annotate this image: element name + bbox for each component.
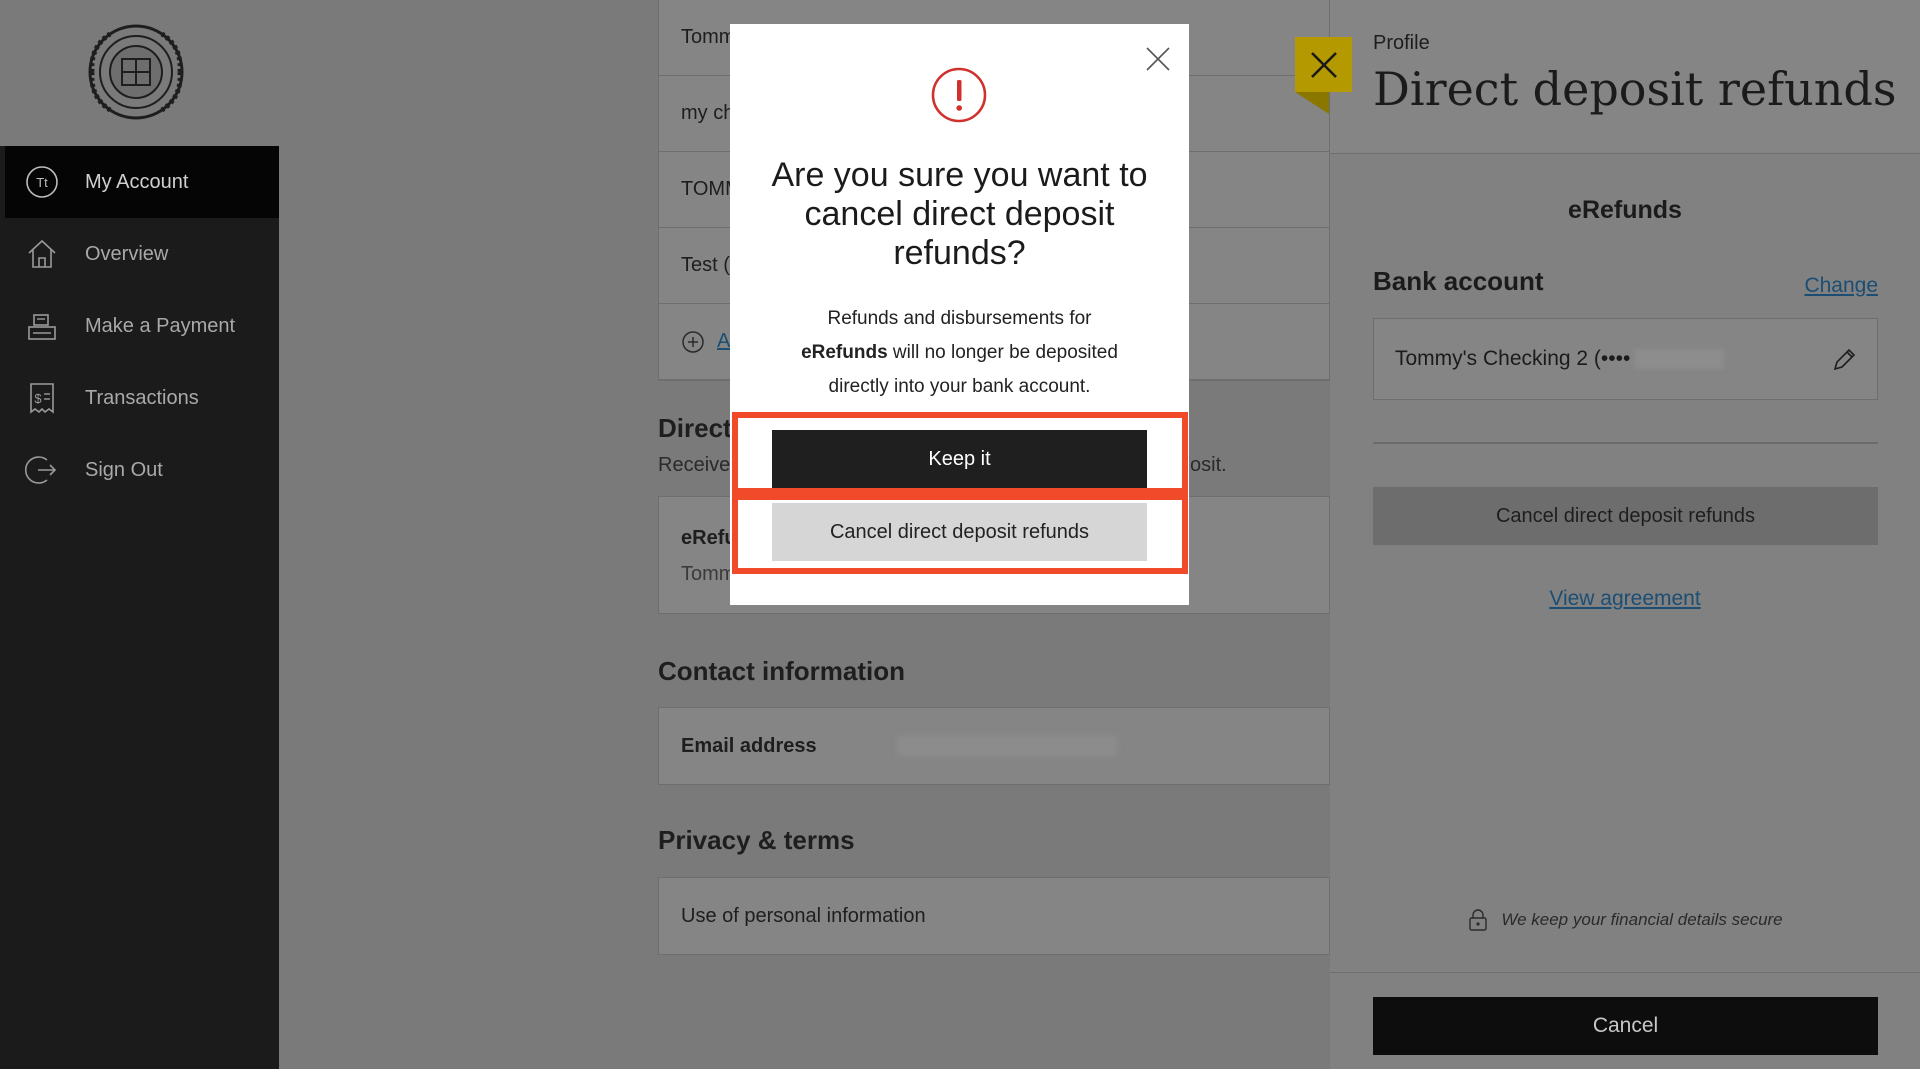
close-icon	[1310, 51, 1337, 78]
direct-deposit-description: Receive	[658, 454, 731, 476]
add-circle-icon	[682, 330, 704, 353]
footer-divider	[1330, 972, 1920, 973]
highlight-keep-button	[732, 412, 1188, 494]
svg-text:Tt: Tt	[36, 175, 48, 190]
account-number-redacted	[1634, 349, 1725, 369]
contact-card: Email address	[658, 707, 1330, 785]
panel-cancel-button[interactable]: Cancel	[1373, 997, 1878, 1055]
sidebar: Tt My Account Overview Make a Payment $ …	[0, 0, 279, 1069]
bank-account-value: Tommy's Checking 2 (••••	[1395, 347, 1631, 370]
contact-information-title: Contact information	[658, 656, 905, 686]
direct-deposit-description-end: osit.	[1190, 454, 1227, 476]
sidebar-item-overview[interactable]: Overview	[5, 218, 279, 290]
sidebar-item-sign-out[interactable]: Sign Out	[5, 434, 279, 506]
sidebar-item-make-a-payment[interactable]: Make a Payment	[5, 290, 279, 362]
page-title: Direct deposit refunds	[1373, 62, 1897, 116]
secure-note: We keep your financial details secure	[1330, 908, 1920, 932]
profile-panel: Profile Direct deposit refunds eRefunds …	[1330, 0, 1920, 1069]
bank-account-label: Bank account	[1373, 266, 1544, 296]
divider	[1373, 442, 1878, 444]
close-flag-tail	[1295, 92, 1329, 114]
view-agreement-link[interactable]: View agreement	[1330, 587, 1920, 611]
pencil-icon[interactable]	[1831, 347, 1857, 373]
sidebar-item-label: My Account	[85, 170, 189, 193]
sidebar-item-label: Sign Out	[85, 458, 163, 481]
sidebar-item-transactions[interactable]: $ Transactions	[5, 362, 279, 434]
add-account-link[interactable]: A	[717, 330, 730, 353]
home-icon	[25, 237, 59, 271]
privacy-card: Use of personal information	[658, 877, 1330, 955]
logo-area	[0, 0, 279, 146]
email-label: Email address	[681, 734, 817, 757]
privacy-row[interactable]: Use of personal information	[659, 878, 1329, 954]
email-address-row[interactable]: Email address	[659, 708, 1329, 784]
change-link[interactable]: Change	[1804, 274, 1878, 298]
close-icon[interactable]	[1145, 46, 1171, 72]
panel-header: Profile Direct deposit refunds	[1330, 0, 1920, 154]
close-panel-button[interactable]	[1295, 37, 1352, 92]
secure-note-text: We keep your financial details secure	[1501, 910, 1783, 929]
privacy-terms-title: Privacy & terms	[658, 825, 855, 855]
initials-badge-icon: Tt	[25, 165, 59, 199]
erefunds-row-subtitle: Tomm	[681, 563, 736, 585]
modal-message-bold: eRefunds	[801, 342, 888, 363]
erefunds-row-title: eRefu	[681, 527, 737, 549]
email-value-redacted	[896, 736, 1117, 756]
svg-text:$: $	[34, 391, 42, 406]
modal-message: Refunds and disbursements for eRefunds w…	[801, 308, 1118, 397]
direct-deposit-section-title: Direct	[658, 413, 732, 443]
sign-out-icon	[25, 453, 59, 487]
panel-cancel-direct-deposit-button[interactable]: Cancel direct deposit refunds	[1373, 487, 1878, 545]
sidebar-item-label: Make a Payment	[85, 314, 236, 337]
breadcrumb: Profile	[1373, 32, 1430, 54]
bank-account-field[interactable]: Tommy's Checking 2 (••••	[1373, 318, 1878, 400]
register-icon	[25, 309, 59, 343]
sidebar-item-my-account[interactable]: Tt My Account	[5, 146, 279, 218]
sidebar-item-label: Overview	[85, 242, 169, 265]
receipt-icon: $	[25, 381, 59, 415]
modal-title: Are you sure you want to cancel direct d…	[771, 156, 1148, 272]
lock-icon	[1469, 909, 1488, 931]
university-seal-logo	[88, 24, 184, 120]
erefunds-section-title: eRefunds	[1568, 196, 1682, 224]
exclamation-alert-icon	[931, 67, 987, 123]
highlight-cancel-button	[732, 494, 1188, 574]
sidebar-item-label: Transactions	[85, 386, 199, 409]
